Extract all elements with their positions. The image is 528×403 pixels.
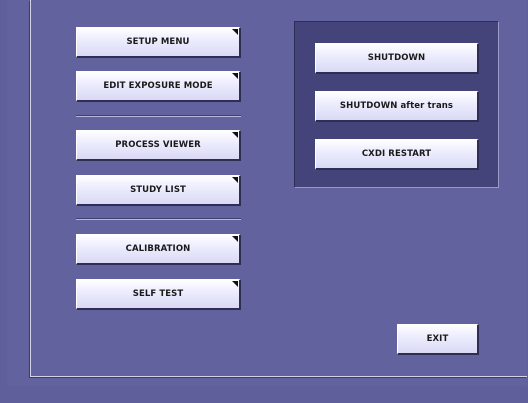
submenu-corner-icon	[232, 236, 238, 242]
self-test-label: SELF TEST	[132, 289, 184, 299]
setup-menu-label: SETUP MENU	[126, 37, 190, 47]
cxdi-restart-label: CXDI RESTART	[361, 149, 432, 159]
submenu-corner-icon	[232, 132, 238, 138]
shutdown-label: SHUTDOWN	[367, 53, 426, 63]
submenu-corner-icon	[232, 177, 238, 183]
cxdi-restart-button[interactable]: CXDI RESTART	[315, 139, 479, 170]
exit-button[interactable]: EXIT	[397, 324, 479, 355]
menu-separator	[76, 115, 241, 117]
calibration-label: CALIBRATION	[125, 244, 191, 254]
process-viewer-label: PROCESS VIEWER	[115, 140, 201, 150]
shutdown-button[interactable]: SHUTDOWN	[315, 43, 479, 74]
shutdown-after-trans-button[interactable]: SHUTDOWN after trans	[315, 91, 479, 122]
submenu-corner-icon	[232, 281, 238, 287]
study-list-button[interactable]: STUDY LIST	[76, 175, 241, 206]
setup-menu-button[interactable]: SETUP MENU	[76, 27, 241, 58]
exit-label: EXIT	[426, 334, 449, 344]
study-list-label: STUDY LIST	[130, 185, 186, 195]
menu-separator	[76, 218, 241, 220]
self-test-button[interactable]: SELF TEST	[76, 279, 241, 310]
calibration-button[interactable]: CALIBRATION	[76, 234, 241, 265]
submenu-corner-icon	[232, 29, 238, 35]
submenu-corner-icon	[232, 73, 238, 79]
process-viewer-button[interactable]: PROCESS VIEWER	[76, 130, 241, 161]
shutdown-after-trans-label: SHUTDOWN after trans	[339, 101, 454, 111]
edit-exposure-mode-label: EDIT EXPOSURE MODE	[103, 81, 213, 91]
edit-exposure-mode-button[interactable]: EDIT EXPOSURE MODE	[76, 71, 241, 102]
